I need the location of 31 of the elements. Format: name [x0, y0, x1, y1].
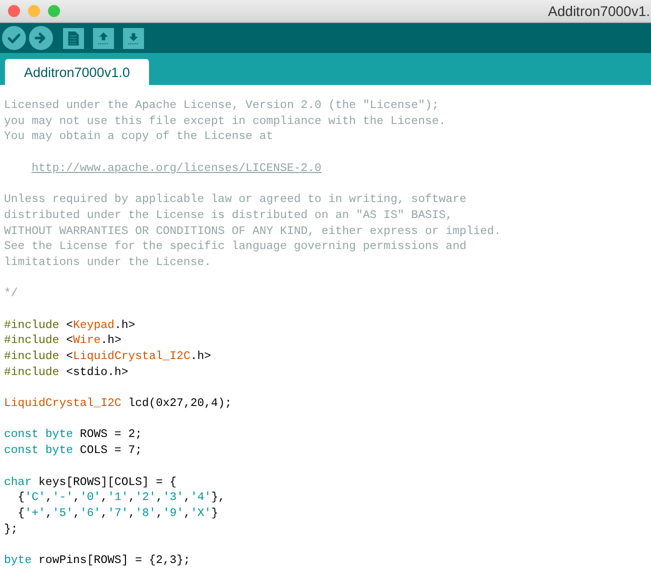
zoom-icon[interactable]: [48, 5, 60, 17]
code-line: Licensed under the Apache License, Version 2.0 (the "License");: [4, 99, 439, 112]
code-line: LiquidCrystal_I2C lcd(0x27,20,4);: [4, 397, 232, 410]
code-line: {'C','-','0','1','2','3','4'},: [16, 491, 225, 504]
code-line: you may not use this file except in compliance with the License.: [4, 114, 446, 128]
code-line: distributed under the License is distributed on an "AS IS" BASIS,: [4, 208, 453, 222]
code-line: */: [4, 287, 18, 300]
code-line: const byte COLS = 7;: [4, 444, 142, 458]
code-line: #include <Wire.h>: [4, 334, 122, 348]
window-title: Additron7000v1.: [548, 3, 650, 19]
code-line: char keys[ROWS][COLS] = {: [4, 476, 177, 488]
code-line: #include <LiquidCrystal_I2C.h>: [4, 350, 212, 363]
close-icon[interactable]: [8, 5, 20, 17]
code-line: WITHOUT WARRANTIES OR CONDITIONS OF ANY KIND, either express or implied.: [4, 224, 501, 238]
editor-tab[interactable]: Additron7000v1.0: [5, 59, 149, 85]
code-line: {'+','5','6','7','8','9','X'}: [16, 506, 218, 520]
upload-button[interactable]: [93, 28, 114, 48]
document-button[interactable]: [63, 28, 84, 48]
code-line: Unless required by applicable law or agreed to in writing, software: [4, 193, 466, 206]
download-button[interactable]: [123, 28, 144, 48]
code-line: See the License for the specific language governing permissions and: [4, 240, 466, 254]
code-line: #include <stdio.h>: [4, 366, 128, 379]
code-line: http://www.apache.org/licenses/LICENSE-2.0: [32, 162, 322, 175]
code-line: You may obtain a copy of the License at: [4, 130, 274, 144]
code-line: limitations under the License.: [4, 256, 212, 269]
check-button[interactable]: [2, 26, 26, 50]
arrow-button[interactable]: [29, 26, 53, 50]
code-line: #include <Keypad.h>: [4, 318, 136, 332]
code-line: const byte ROWS = 2;: [4, 428, 142, 442]
code-line: byte rowPins[ROWS] = {2,3};: [4, 554, 190, 567]
code-line: };: [4, 522, 18, 536]
